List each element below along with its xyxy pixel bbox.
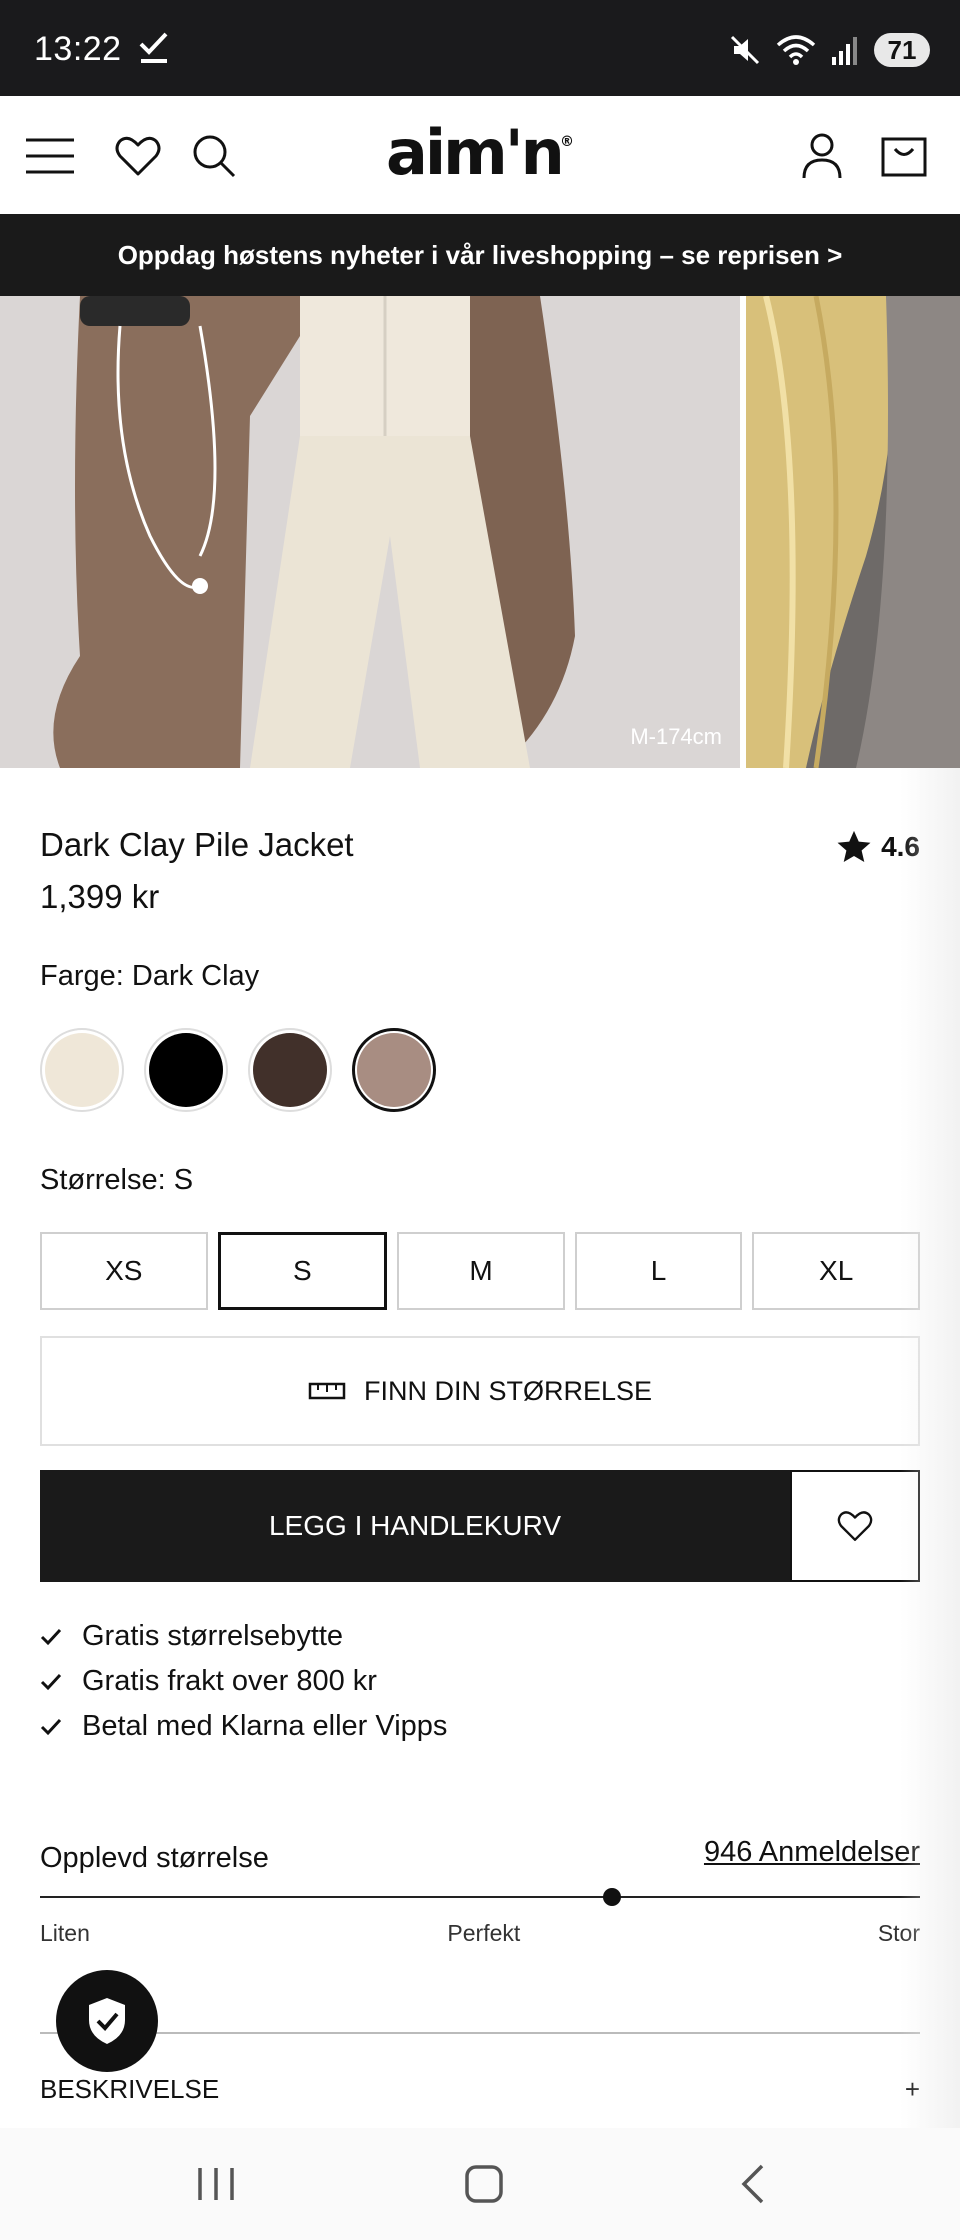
perks-list: Gratis størrelsebytte Gratis frakt over … (40, 1614, 447, 1749)
mute-icon (730, 35, 760, 65)
color-swatch-brown[interactable] (248, 1028, 332, 1112)
add-to-cart-label: LEGG I HANDLEKURV (268, 1510, 562, 1541)
wishlist-heart-icon[interactable] (112, 130, 164, 182)
section-divider (40, 2032, 920, 2034)
wifi-icon (776, 35, 816, 65)
menu-icon[interactable] (24, 130, 76, 182)
task-check-icon (139, 32, 168, 63)
size-option-xl[interactable]: XL (752, 1232, 920, 1310)
fit-label-small: Liten (40, 1920, 90, 1946)
status-time: 13:22 (34, 30, 122, 68)
size-label: Størrelse: S (40, 1164, 194, 1196)
perk-text: Gratis størrelsebytte (82, 1620, 344, 1652)
perk-text: Betal med Klarna eller Vipps (82, 1710, 448, 1742)
color-label: Farge: Dark Clay (40, 960, 260, 992)
account-icon[interactable] (796, 130, 848, 182)
rating-value: 4.6 (881, 831, 920, 862)
fit-label-large: Stor (877, 1920, 920, 1946)
color-swatches (40, 1028, 436, 1112)
check-icon (40, 1628, 62, 1645)
ruler-icon (308, 1382, 346, 1400)
heart-icon (837, 1511, 873, 1541)
product-photo-detail-illustration (746, 296, 960, 768)
cart-actions: LEGG I HANDLEKURV (40, 1470, 920, 1582)
trust-badge-button[interactable] (56, 1970, 158, 2072)
system-icons: 71 (728, 30, 930, 70)
fit-scale-marker (603, 1888, 621, 1906)
check-icon (40, 1673, 62, 1690)
find-size-button[interactable]: FINN DIN STØRRELSE (40, 1336, 920, 1446)
search-icon[interactable] (188, 130, 240, 182)
description-label: BESKRIVELSE (40, 2074, 220, 2104)
check-icon (40, 1718, 62, 1735)
size-option-m[interactable]: M (397, 1232, 565, 1310)
add-to-cart-button[interactable]: LEGG I HANDLEKURV (40, 1470, 790, 1582)
color-swatch-black[interactable] (144, 1028, 228, 1112)
home-icon[interactable] (458, 2160, 510, 2208)
reviews-link[interactable]: 946 Anmeldelser (704, 1836, 920, 1869)
product-image-secondary[interactable] (746, 296, 960, 768)
fit-scale-track (40, 1896, 920, 1898)
product-title: Dark Clay Pile Jacket (40, 826, 354, 863)
size-selector: XS S M L XL (40, 1232, 920, 1310)
fit-title: Opplevd størrelse (40, 1842, 269, 1874)
size-option-s[interactable]: S (217, 1232, 388, 1310)
product-price: 1,399 kr (40, 878, 160, 915)
product-image-main[interactable]: M-174cm (0, 296, 740, 768)
size-option-l[interactable]: L (574, 1232, 743, 1310)
registered-mark-icon: ® (560, 134, 574, 150)
system-nav-bar (0, 2128, 960, 2240)
product-gallery[interactable]: M-174cm (0, 296, 960, 768)
back-icon[interactable] (728, 2160, 780, 2208)
size-option-xs[interactable]: XS (40, 1232, 208, 1310)
model-height-label: M-174cm (630, 724, 722, 749)
signal-icon (832, 37, 857, 65)
add-to-wishlist-button[interactable] (790, 1470, 920, 1582)
expand-plus-icon: + (904, 2074, 920, 2104)
star-icon (837, 830, 871, 863)
description-accordion[interactable]: BESKRIVELSE + (40, 2074, 920, 2105)
product-rating[interactable]: 4.6 (835, 828, 920, 866)
status-bar: 13:22 71 (0, 0, 960, 96)
perk-item: Betal med Klarna eller Vipps (40, 1704, 447, 1749)
fit-scale-labels: Liten Perfekt Stor (40, 1920, 920, 1947)
color-swatch-dark-clay[interactable] (352, 1028, 436, 1112)
shield-check-icon (89, 1998, 125, 2044)
promo-text: Oppdag høstens nyheter i vår liveshoppin… (117, 239, 843, 270)
fit-label-perfect: Perfekt (447, 1920, 521, 1946)
battery-indicator: 71 (874, 33, 930, 67)
cart-bag-icon[interactable] (878, 130, 930, 182)
site-header: aim'n ® (0, 96, 960, 214)
color-swatch-cream[interactable] (40, 1028, 124, 1112)
recent-apps-icon[interactable] (190, 2160, 242, 2208)
perk-text: Gratis frakt over 800 kr (82, 1665, 377, 1697)
find-size-label: FINN DIN STØRRELSE (363, 1375, 653, 1406)
perk-item: Gratis størrelsebytte (40, 1614, 447, 1659)
product-photo-illustration (0, 296, 740, 768)
brand-logo[interactable]: aim'n (386, 116, 565, 189)
promo-banner[interactable]: Oppdag høstens nyheter i vår liveshoppin… (0, 214, 960, 296)
perk-item: Gratis frakt over 800 kr (40, 1659, 447, 1704)
